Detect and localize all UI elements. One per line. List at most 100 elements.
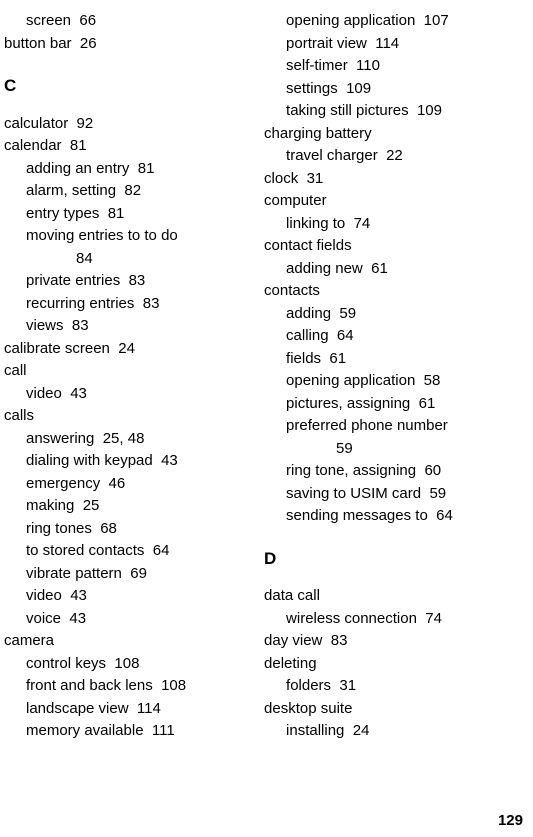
index-term: video (26, 385, 62, 402)
index-term: calculator (4, 115, 68, 132)
index-entry: memory available 111 (4, 720, 258, 743)
index-entry: fields 61 (264, 348, 533, 371)
index-term: ring tones (26, 520, 92, 537)
index-term: button bar (4, 35, 72, 52)
index-term: installing (286, 722, 344, 739)
index-entry: clock 31 (264, 168, 533, 191)
index-page-ref: 74 (425, 610, 442, 627)
index-term: entry types (26, 205, 99, 222)
index-entry: screen 66 (4, 10, 258, 33)
index-entry: views 83 (4, 315, 258, 338)
index-entry: alarm, setting 82 (4, 180, 258, 203)
index-page-ref: 24 (118, 340, 135, 357)
index-term: to stored contacts (26, 542, 144, 559)
index-term: dialing with keypad (26, 452, 153, 469)
index-term: deleting (264, 655, 317, 672)
index-term: memory available (26, 722, 144, 739)
index-page-ref: 46 (109, 475, 126, 492)
index-page-ref: 114 (375, 35, 399, 52)
index-entry: data call (264, 585, 533, 608)
index-entry: day view 83 (264, 630, 533, 653)
index-term: calendar (4, 137, 62, 154)
index-entry: calculator 92 (4, 113, 258, 136)
index-term: day view (264, 632, 322, 649)
index-entry: ring tone, assigning 60 (264, 460, 533, 483)
index-page-ref: 74 (354, 215, 371, 232)
index-entry: emergency 46 (4, 473, 258, 496)
index-term: linking to (286, 215, 345, 232)
index-entry: taking still pictures 109 (264, 100, 533, 123)
index-term: control keys (26, 655, 106, 672)
index-term: calling (286, 327, 329, 344)
index-page-ref: 31 (339, 677, 356, 694)
index-term: alarm, setting (26, 182, 116, 199)
index-page: screen 66button bar 26Ccalculator 92cale… (0, 0, 533, 837)
index-entry-continuation: 84 (4, 248, 258, 271)
index-page-ref: 68 (100, 520, 117, 537)
index-term: self-timer (286, 57, 348, 74)
index-term: front and back lens (26, 677, 153, 694)
index-entry: to stored contacts 64 (4, 540, 258, 563)
index-term: emergency (26, 475, 100, 492)
index-entry: portrait view 114 (264, 33, 533, 56)
index-page-ref: 64 (436, 507, 453, 524)
index-entry: making 25 (4, 495, 258, 518)
index-entry: control keys 108 (4, 653, 258, 676)
index-page-ref: 82 (124, 182, 141, 199)
index-page-ref: 61 (419, 395, 436, 412)
index-term: vibrate pattern (26, 565, 122, 582)
index-entry: charging battery (264, 123, 533, 146)
index-page-ref: 31 (307, 170, 324, 187)
index-page-ref: 43 (69, 610, 86, 627)
index-page-ref: 83 (72, 317, 89, 334)
index-term: desktop suite (264, 700, 352, 717)
index-entry: contact fields (264, 235, 533, 258)
index-entry: moving entries to to do (4, 225, 258, 248)
index-entry: video 43 (4, 585, 258, 608)
index-term: private entries (26, 272, 120, 289)
index-entry: pictures, assigning 61 (264, 393, 533, 416)
index-page-ref: 61 (329, 350, 346, 367)
index-entry: answering 25, 48 (4, 428, 258, 451)
index-term: camera (4, 632, 54, 649)
index-term: moving entries to to do (26, 227, 178, 244)
index-entry: video 43 (4, 383, 258, 406)
index-page-ref: 24 (353, 722, 370, 739)
index-page-ref: 109 (417, 102, 442, 119)
index-term: views (26, 317, 64, 334)
index-term: answering (26, 430, 94, 447)
index-page-ref: 64 (337, 327, 354, 344)
index-page-ref: 59 (429, 485, 446, 502)
index-term: landscape view (26, 700, 129, 717)
index-term: travel charger (286, 147, 378, 164)
index-entry: sending messages to 64 (264, 505, 533, 528)
index-term: making (26, 497, 74, 514)
index-term: folders (286, 677, 331, 694)
index-page-ref: 25 (83, 497, 100, 514)
index-entry: settings 109 (264, 78, 533, 101)
index-entry: preferred phone number (264, 415, 533, 438)
index-entry: self-timer 110 (264, 55, 533, 78)
index-page-ref: 66 (79, 12, 96, 29)
index-page-ref: 83 (143, 295, 160, 312)
index-term: voice (26, 610, 61, 627)
index-page-ref: 108 (114, 655, 139, 672)
section-heading: D (264, 546, 533, 572)
index-term: preferred phone number (286, 417, 448, 434)
page-number: 129 (498, 812, 523, 829)
index-page-ref: 110 (356, 57, 380, 74)
index-entry-continuation: 59 (264, 438, 533, 461)
index-term: opening application (286, 372, 415, 389)
index-term: screen (26, 12, 71, 29)
index-entry: call (4, 360, 258, 383)
index-term: pictures, assigning (286, 395, 410, 412)
index-term: charging battery (264, 125, 372, 142)
index-entry: travel charger 22 (264, 145, 533, 168)
index-entry: folders 31 (264, 675, 533, 698)
index-entry: desktop suite (264, 698, 533, 721)
index-term: wireless connection (286, 610, 417, 627)
index-page-ref: 69 (130, 565, 147, 582)
index-entry: calendar 81 (4, 135, 258, 158)
index-term: contact fields (264, 237, 352, 254)
index-term: contacts (264, 282, 320, 299)
